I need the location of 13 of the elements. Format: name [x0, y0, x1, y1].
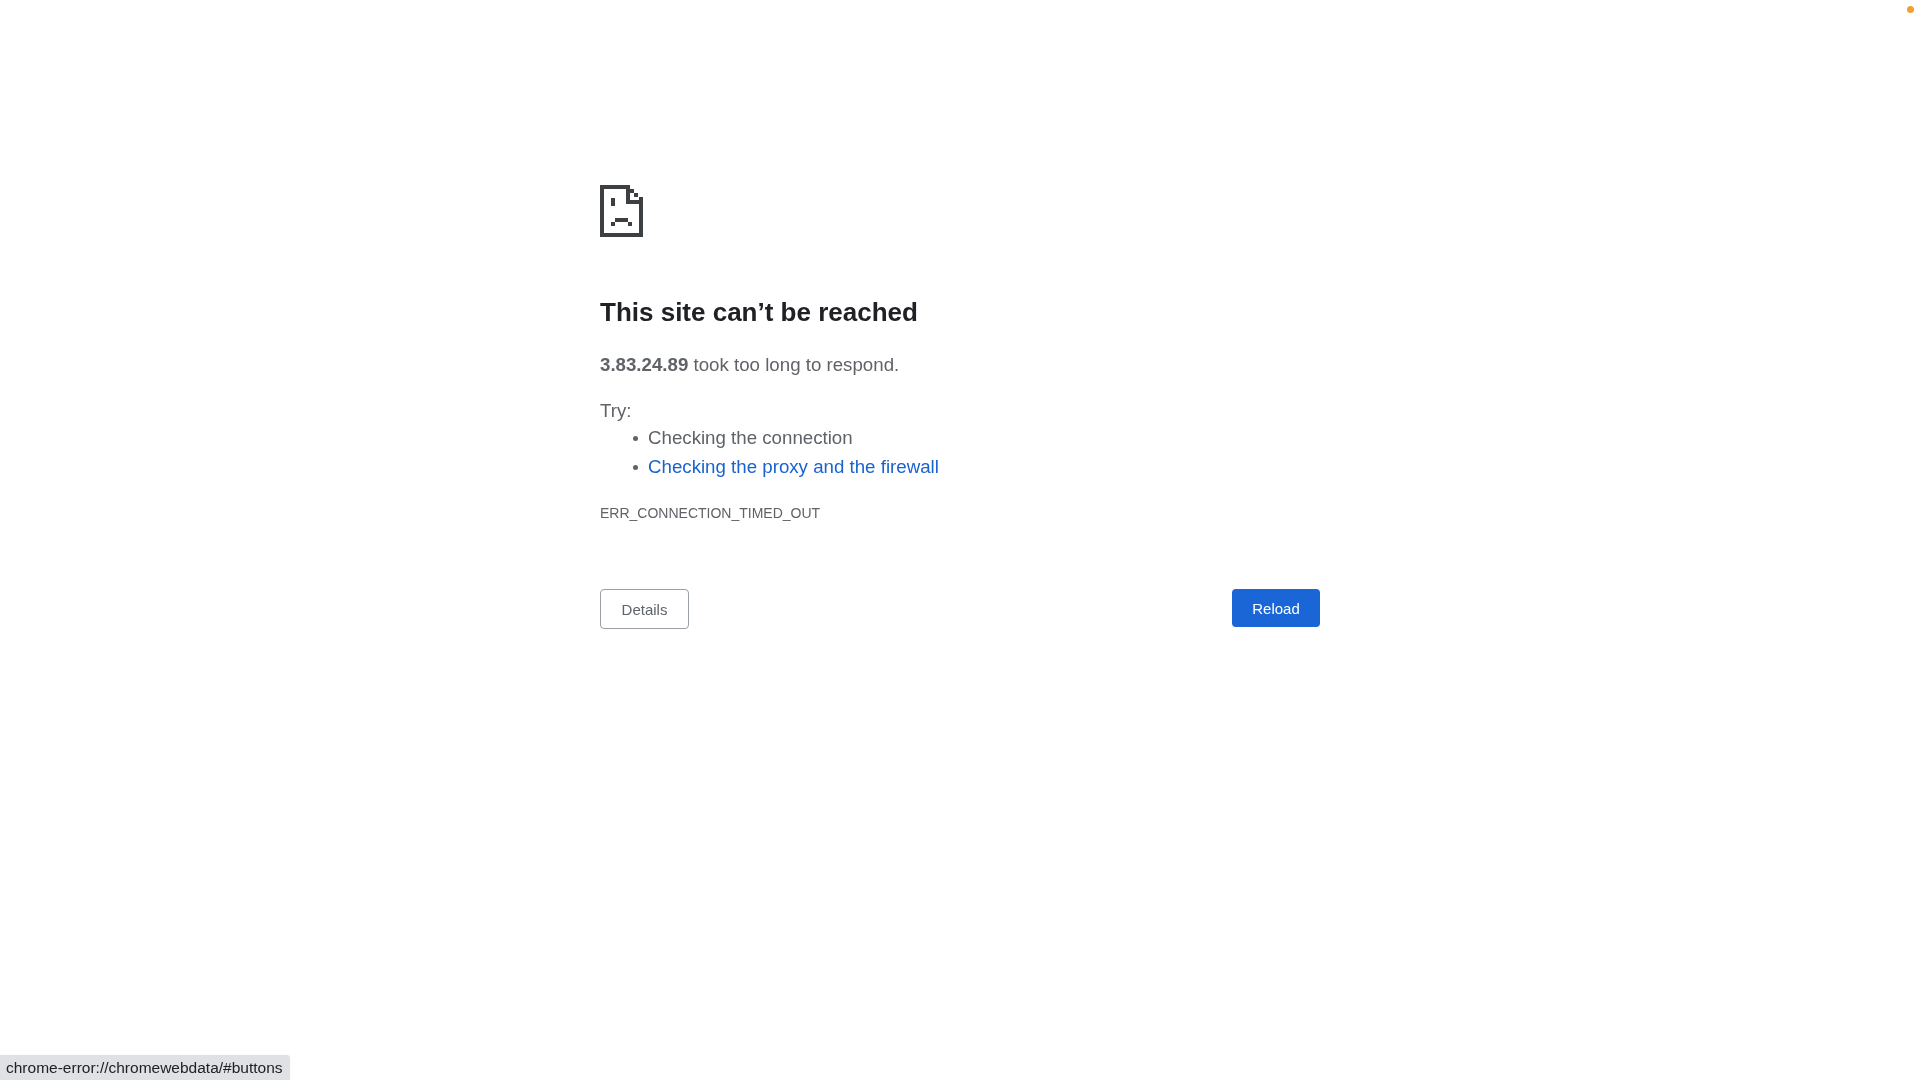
status-url: chrome-error://chromewebdata/#buttons — [0, 1055, 290, 1080]
error-code: ERR_CONNECTION_TIMED_OUT — [600, 504, 821, 523]
bullet-icon — [633, 435, 638, 441]
suggestion-link[interactable]: Checking the proxy and the firewall — [648, 455, 939, 479]
sad-page-icon — [600, 185, 643, 237]
suggestion-text: Checking the connection — [648, 426, 853, 450]
bullet-icon — [633, 464, 638, 470]
error-message: 3.83.24.89 took too long to respond. — [600, 353, 900, 377]
suggestions-label: Try: — [600, 399, 632, 423]
reload-button[interactable]: Reload — [1232, 589, 1320, 627]
page-heading: This site can’t be reached — [600, 296, 918, 329]
indicator-dot-icon — [1907, 6, 1914, 13]
details-button[interactable]: Details — [600, 589, 689, 629]
